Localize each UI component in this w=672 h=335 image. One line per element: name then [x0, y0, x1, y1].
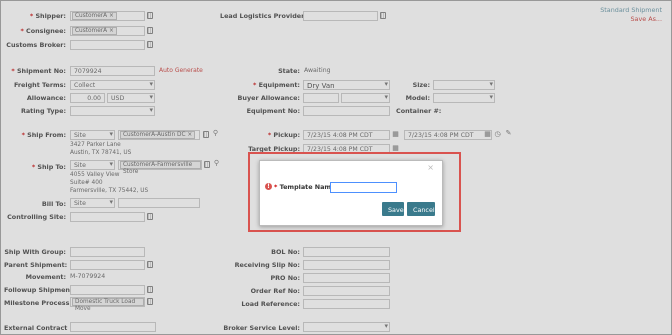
close-icon[interactable]: × — [427, 163, 434, 172]
error-icon: ! — [265, 183, 272, 190]
cancel-button[interactable]: Cancel — [407, 202, 435, 216]
save-button[interactable]: Save — [382, 202, 404, 216]
template-name-input[interactable] — [330, 182, 397, 193]
template-name-label: * Template Name: — [274, 183, 338, 191]
save-template-dialog: × ! * Template Name: Save Cancel — [259, 160, 443, 226]
